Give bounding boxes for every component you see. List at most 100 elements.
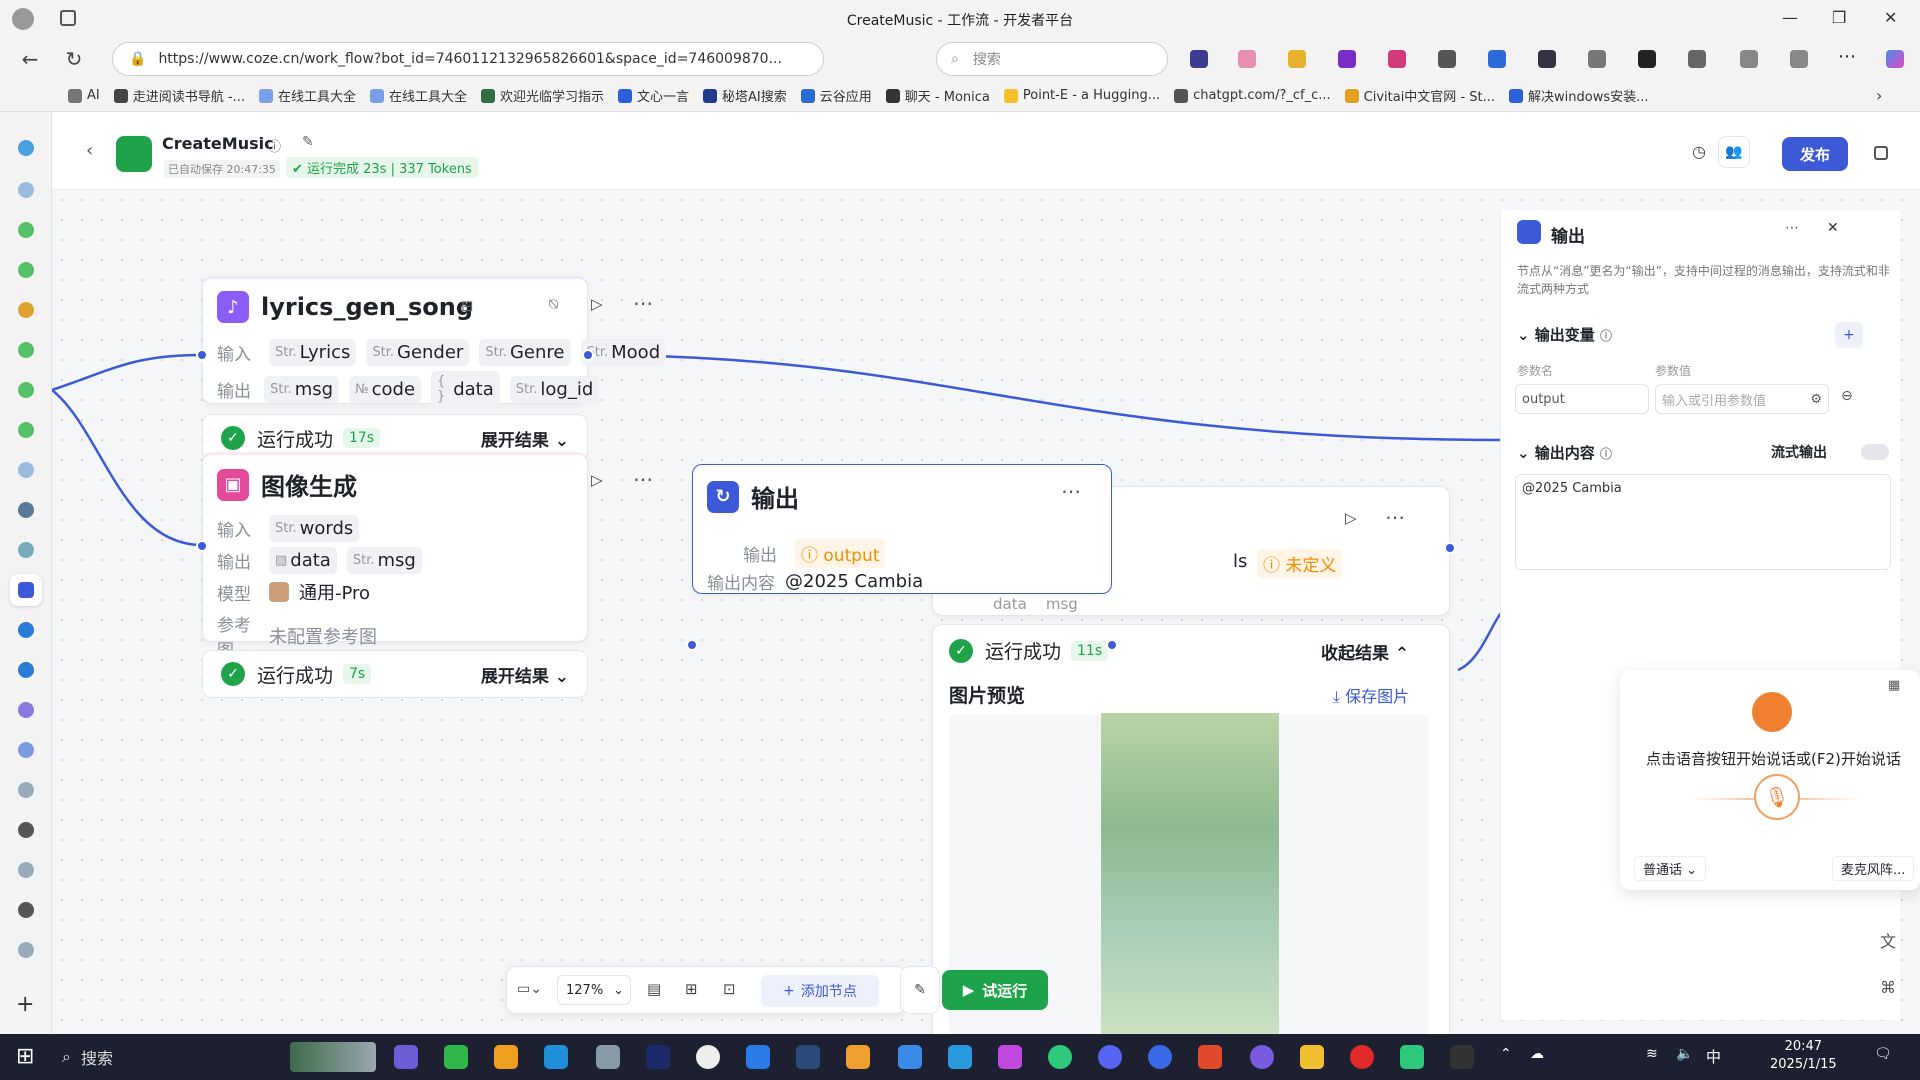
sidebar-app-icon[interactable] [18, 862, 34, 878]
bookmark-item[interactable]: Point-E - a Hugging... [1003, 88, 1160, 103]
back-icon[interactable]: ← [12, 47, 48, 71]
sidebar-app-icon[interactable] [18, 782, 34, 798]
input-port[interactable] [196, 540, 208, 552]
run-node-icon[interactable]: ▷ [591, 295, 603, 313]
bookmark-item[interactable]: 秘塔AI搜索 [703, 86, 787, 105]
sidebar-active-app[interactable] [10, 574, 42, 606]
comment-icon[interactable]: ▤ [647, 980, 661, 998]
taskbar-app-icon[interactable] [1048, 1045, 1072, 1069]
output-port[interactable] [582, 349, 594, 361]
no-cache-icon[interactable]: ⍉ [549, 295, 558, 313]
sidebar-app-icon[interactable] [18, 342, 34, 358]
collaborators-button[interactable]: 👥 [1718, 136, 1750, 168]
discord-icon[interactable] [1098, 1045, 1122, 1069]
settings-icon[interactable]: ⚙ [1810, 392, 1822, 407]
save-image-link[interactable]: ⤓ 保存图片 [1333, 683, 1409, 707]
favorites-icon[interactable] [1740, 50, 1758, 68]
add-sidebar-app-icon[interactable]: + [16, 992, 34, 1017]
bookmark-item[interactable]: 欢迎光临学习指示 [481, 86, 604, 105]
extension-icon[interactable] [1190, 50, 1208, 68]
run-node-icon[interactable]: ▷ [591, 471, 603, 489]
run-node-icon[interactable]: ▷ [1345, 509, 1357, 527]
tray-chevron-icon[interactable]: ⌃ [1500, 1046, 1512, 1062]
sidebar-app-icon[interactable] [18, 542, 34, 558]
sidebar-app-icon[interactable] [18, 382, 34, 398]
cloud-icon[interactable]: ☁ [1530, 1046, 1544, 1062]
image-gen-node[interactable]: ▣ 图像生成 ▷ ⋯ 输入 Str. words 输出 ▨ data Str. msg… [202, 452, 653, 661]
bookmark-item[interactable]: chatgpt.com/?_cf_c... [1174, 88, 1331, 103]
taskbar-app-icon[interactable] [948, 1045, 972, 1069]
taskbar-app-icon[interactable] [898, 1045, 922, 1069]
stream-output-toggle[interactable] [1861, 444, 1889, 460]
bookmark-item[interactable]: 走进阅读书导航 -... [113, 86, 245, 105]
extensions-puzzle-icon[interactable] [1790, 50, 1808, 68]
office-icon[interactable] [1198, 1045, 1222, 1069]
bookmark-item[interactable]: 在线工具大全 [258, 86, 356, 105]
taskbar-app-icon[interactable] [1148, 1045, 1172, 1069]
node-menu-icon[interactable]: ⋯ [1061, 479, 1082, 503]
taskbar-app-icon[interactable] [646, 1045, 670, 1069]
taskbar-app-icon[interactable] [394, 1045, 418, 1069]
sidebar-app-icon[interactable] [18, 662, 34, 678]
node-menu-icon[interactable]: ⋯ [633, 291, 654, 315]
edge-icon[interactable] [544, 1045, 568, 1069]
edit-icon[interactable]: ✎ [302, 134, 314, 150]
bookmark-item[interactable]: 云谷应用 [800, 86, 872, 105]
extension-icon[interactable] [1488, 50, 1506, 68]
node-menu-icon[interactable]: ⋯ [633, 467, 654, 491]
history-icon[interactable]: ◷ [1692, 142, 1706, 161]
taskbar-app-icon[interactable] [1450, 1045, 1474, 1069]
sidebar-app-icon[interactable] [18, 502, 34, 518]
taskbar-app-icon[interactable] [494, 1045, 518, 1069]
microphone-button[interactable]: 🎙 [1754, 774, 1800, 820]
param-name-input[interactable]: output [1515, 384, 1649, 414]
sidebar-app-icon[interactable] [18, 422, 34, 438]
publish-button[interactable]: 发布 [1782, 137, 1848, 171]
copilot-icon[interactable] [1886, 50, 1904, 68]
debug-tool-button[interactable]: ✎ [900, 966, 940, 1014]
fit-view-icon[interactable]: ⊡ [723, 980, 736, 998]
node-menu-icon[interactable]: ⋯ [1385, 505, 1406, 529]
sidebar-app-icon[interactable] [18, 942, 34, 958]
output-port[interactable] [1444, 542, 1456, 554]
panel-menu-icon[interactable]: ⋯ [1785, 220, 1799, 236]
remove-variable-icon[interactable]: ⊖ [1841, 388, 1853, 404]
preview-image[interactable] [1101, 713, 1279, 1043]
output-node[interactable]: ↻ 输出 ⋯ 输出 ⓘ output 输出内容 @2025 Cambia [692, 464, 1112, 594]
refresh-icon[interactable]: ↻ [56, 47, 92, 71]
auto-layout-icon[interactable]: ⊞ [685, 980, 698, 998]
sidebar-app-icon[interactable] [18, 222, 34, 238]
mic-select[interactable]: 麦克风阵... [1832, 856, 1915, 881]
sidebar-app-icon[interactable] [18, 140, 34, 156]
vars-section-title[interactable]: ⌄ 输出变量 ⓘ [1517, 324, 1612, 345]
github-icon[interactable] [696, 1045, 720, 1069]
close-window-icon[interactable]: ✕ [1884, 8, 1897, 27]
sidebar-app-icon[interactable] [18, 462, 34, 478]
sidebar-app-icon[interactable] [18, 622, 34, 638]
volume-icon[interactable]: 🔈 [1676, 1046, 1693, 1062]
input-port[interactable] [686, 639, 698, 651]
browser-search-input[interactable]: ⌕ 搜索 [936, 42, 1168, 76]
extension-icon[interactable] [1588, 50, 1606, 68]
input-port[interactable] [196, 349, 208, 361]
extension-icon[interactable] [1388, 50, 1406, 68]
widget-landscape[interactable] [290, 1042, 376, 1072]
sidebar-app-icon[interactable] [18, 262, 34, 278]
extension-icon[interactable] [1338, 50, 1356, 68]
taskbar-app-icon[interactable] [1400, 1045, 1424, 1069]
test-run-button[interactable]: ▶ 试运行 [942, 970, 1048, 1010]
more-menu-icon[interactable]: ⋯ [1838, 46, 1856, 67]
bookmark-item[interactable]: Civitai中文官网 - St... [1344, 86, 1495, 105]
extension-icon[interactable] [1688, 50, 1706, 68]
extension-icon[interactable] [1538, 50, 1556, 68]
wechat-icon[interactable] [444, 1045, 468, 1069]
maximize-icon[interactable]: ❐ [1832, 8, 1846, 27]
notification-icon[interactable]: 🗨 [1874, 1046, 1892, 1062]
taskbar-app-icon[interactable] [998, 1045, 1022, 1069]
command-icon[interactable]: ⌘ [1880, 978, 1896, 997]
close-panel-icon[interactable]: ✕ [1827, 220, 1839, 236]
expand-result-button[interactable]: 展开结果 ⌄ [481, 662, 569, 687]
taskbar-app-icon[interactable] [846, 1045, 870, 1069]
minimize-icon[interactable]: — [1782, 8, 1798, 27]
sidebar-app-icon[interactable] [18, 742, 34, 758]
